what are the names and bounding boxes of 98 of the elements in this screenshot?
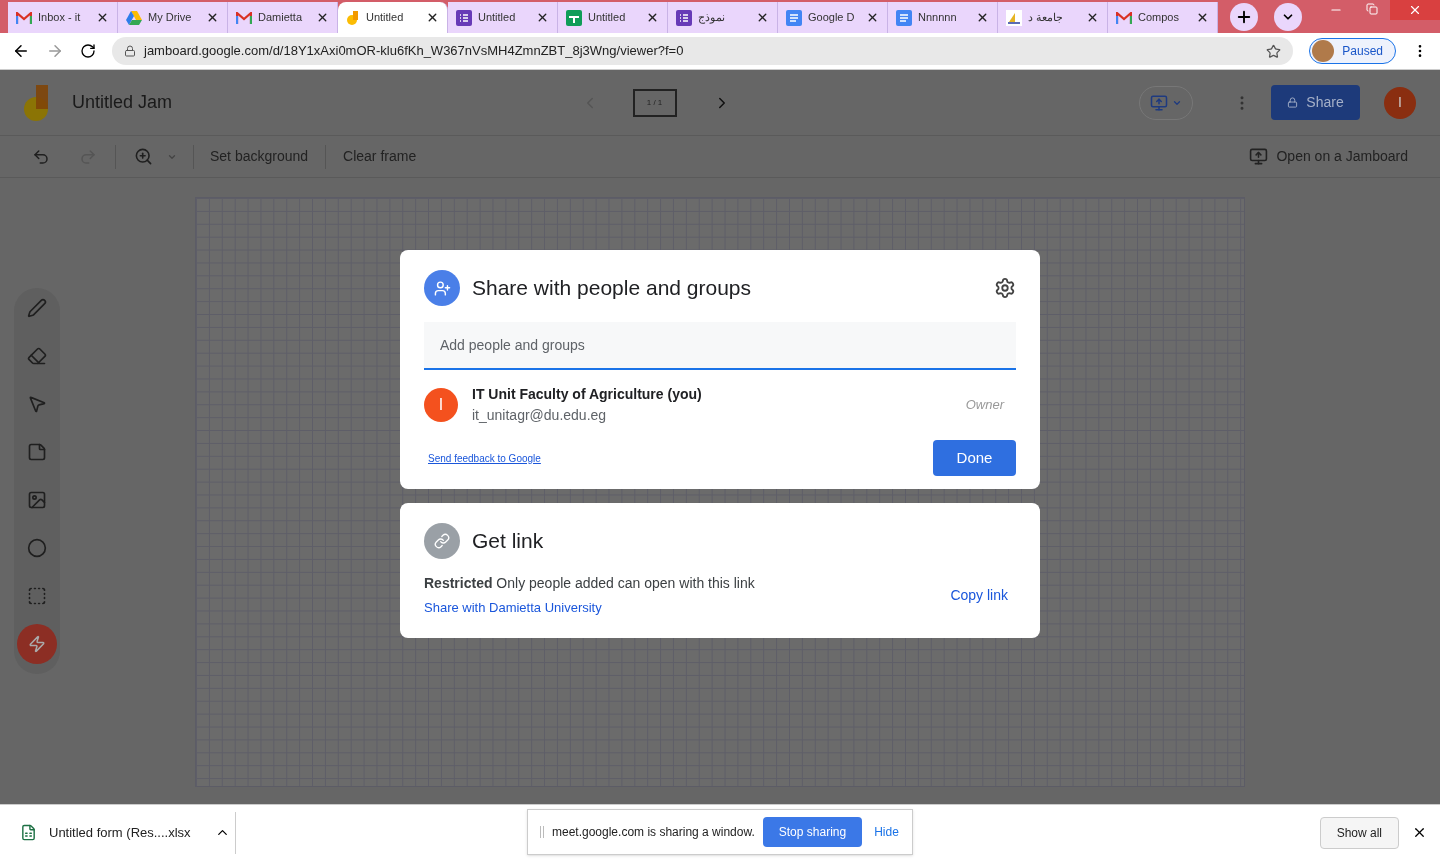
lock-icon (124, 45, 136, 57)
document-icon (896, 9, 912, 26)
close-icon[interactable] (756, 11, 769, 24)
address-field[interactable]: jamboard.google.com/d/18Y1xAxi0mOR-klu6fKh_W367nVsMH4ZmnZBT_8j3Wng/viewer?f=0 (112, 37, 1294, 65)
done-button[interactable]: Done (933, 440, 1016, 476)
browser-tab[interactable]: Compos (1108, 2, 1218, 33)
browser-tab[interactable]: Untitled (558, 2, 668, 33)
tab-title: Compos (1138, 10, 1179, 26)
tab-title: Nnnnnn (918, 10, 957, 26)
close-icon[interactable] (206, 11, 219, 24)
settings-icon[interactable] (994, 277, 1016, 299)
tab-title: Inbox - it (38, 10, 81, 26)
tab-title: Untitled (478, 10, 516, 26)
profile-button[interactable]: Paused (1309, 38, 1396, 64)
jamboard-icon (346, 9, 360, 26)
tab-title: Google D (808, 10, 855, 26)
spreadsheet-icon (566, 9, 582, 26)
present-icon (1150, 93, 1168, 112)
copy-link-button[interactable]: Copy link (950, 584, 1008, 606)
close-window-button[interactable] (1390, 0, 1440, 20)
tab-title: نموذج (698, 10, 725, 26)
change-access-link[interactable]: Share with Damietta University (424, 598, 755, 618)
person-avatar: I (424, 388, 458, 422)
circle-icon[interactable] (27, 538, 47, 558)
reload-icon[interactable] (80, 43, 96, 59)
role-label: Owner (965, 396, 1004, 415)
close-icon[interactable] (646, 11, 659, 24)
share-button[interactable]: Share (1271, 85, 1360, 120)
star-icon[interactable] (1266, 43, 1282, 59)
sticky-note-icon[interactable] (27, 442, 47, 462)
jamboard-logo-icon (24, 84, 50, 121)
person-name: IT Unit Faculty of Agriculture (you) (472, 385, 702, 404)
close-icon[interactable] (96, 11, 109, 24)
access-description: Restricted Only people added can open with this link (424, 574, 755, 593)
logo-icon (1006, 9, 1022, 26)
new-tab-button[interactable] (1230, 3, 1258, 31)
image-icon[interactable] (27, 490, 47, 510)
add-person-icon (424, 270, 460, 306)
show-all-button[interactable]: Show all (1319, 816, 1399, 849)
monitor-icon (1249, 147, 1269, 166)
text-box-icon[interactable] (27, 586, 47, 606)
eraser-icon[interactable] (27, 346, 47, 366)
close-icon[interactable] (1196, 11, 1209, 24)
dialog-title: Share with people and groups (472, 275, 752, 302)
sharing-message: meet.google.com is sharing a window. (552, 824, 755, 841)
lock-icon (1287, 97, 1299, 108)
undo-icon[interactable] (32, 147, 50, 166)
tab-title: Damietta (258, 10, 303, 26)
triangle-icon (126, 10, 142, 25)
link-card-title: Get link (472, 528, 544, 555)
close-icon (1408, 3, 1422, 17)
close-icon[interactable] (1412, 825, 1427, 840)
close-icon[interactable] (976, 11, 989, 24)
drag-handle-icon[interactable] (540, 826, 544, 838)
tab-title: جامعة د (1028, 10, 1064, 26)
spreadsheet-file-icon (20, 824, 37, 841)
list-icon (456, 9, 472, 26)
browser-tab[interactable]: Google D (778, 2, 888, 33)
document-icon (786, 9, 802, 26)
person-email: it_unitagr@du.edu.eg (472, 406, 608, 425)
tab-title: Untitled (366, 10, 404, 26)
tab-title: Untitled (588, 10, 626, 26)
close-icon[interactable] (426, 11, 439, 24)
browser-tab[interactable]: جامعة د (998, 2, 1108, 33)
tab-title: My Drive (148, 10, 192, 26)
browser-tab[interactable]: My Drive (118, 2, 228, 33)
lightning-icon (28, 635, 46, 653)
feedback-link[interactable]: Send feedback to Google (428, 450, 541, 466)
mail-icon (16, 11, 32, 24)
user-avatar[interactable]: I (1384, 86, 1416, 119)
browser-tab[interactable]: Untitled (338, 2, 448, 33)
browser-tab[interactable]: Untitled (448, 2, 558, 33)
browser-tab[interactable]: Inbox - it (8, 2, 118, 33)
laser-button[interactable] (17, 624, 57, 664)
url-text: jamboard.google.com/d/18Y1xAxi0mOR-klu6fKh_W367nVsMH4ZmnZBT_8j3Wng/viewer?f=0 (144, 42, 685, 61)
link-icon (424, 523, 460, 559)
tab-search-button[interactable] (1274, 3, 1302, 31)
close-icon[interactable] (1086, 11, 1099, 24)
mail-icon (1116, 11, 1132, 24)
plus-icon (1235, 8, 1253, 26)
stop-sharing-button[interactable]: Stop sharing (762, 817, 863, 847)
list-icon (676, 9, 692, 26)
browser-tab[interactable]: Nnnnnn (888, 2, 998, 33)
restore-icon[interactable] (1366, 3, 1378, 15)
browser-tab[interactable]: نموذج (668, 2, 778, 33)
pointer-icon[interactable] (27, 394, 47, 414)
download-file-name[interactable]: Untitled form (Res....xlsx (49, 822, 191, 843)
add-people-field[interactable]: Add people and groups (424, 322, 1016, 370)
close-icon[interactable] (536, 11, 549, 24)
browser-tab[interactable]: Damietta (228, 2, 338, 33)
close-icon[interactable] (316, 11, 329, 24)
pen-icon[interactable] (27, 298, 47, 318)
back-icon[interactable] (12, 42, 30, 60)
avatar-icon (1312, 40, 1335, 62)
zoom-icon[interactable] (134, 147, 153, 166)
hide-button[interactable]: Hide (874, 823, 899, 841)
forward-icon[interactable] (46, 42, 64, 60)
mail-icon (236, 11, 252, 24)
